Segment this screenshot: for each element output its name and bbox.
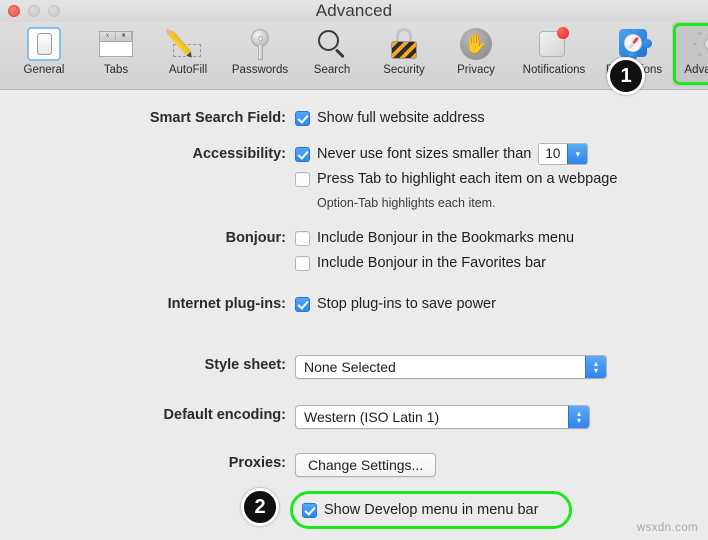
watermark: wsxdn.com bbox=[636, 522, 698, 534]
annotation-badge-1: 1 bbox=[607, 57, 645, 95]
tab-notifications-label: Notifications bbox=[522, 64, 586, 76]
tab-tabs-label: Tabs bbox=[103, 64, 129, 76]
bonjour-favorites-row[interactable]: Include Bonjour in the Favorites bar bbox=[295, 253, 574, 273]
font-size-value: 10 bbox=[539, 144, 568, 164]
gear-icon bbox=[691, 25, 708, 63]
row-style-sheet: Style sheet: None Selected ▴ ▾ bbox=[130, 355, 607, 379]
annotation-badge-2: 2 bbox=[241, 488, 279, 526]
tab-tabs[interactable]: x ■ Tabs bbox=[80, 22, 152, 86]
tab-notifications[interactable]: Notifications bbox=[512, 22, 596, 86]
default-encoding-value: Western (ISO Latin 1) bbox=[304, 409, 440, 425]
tab-search-label: Search bbox=[313, 64, 351, 76]
preference-tab-list: General x ■ Tabs AutoFill Passwords Sear… bbox=[8, 22, 708, 86]
style-sheet-value: None Selected bbox=[304, 359, 396, 375]
tab-passwords[interactable]: Passwords bbox=[224, 22, 296, 86]
row-accessibility: Accessibility: Never use font sizes smal… bbox=[130, 143, 617, 212]
tab-advanced-label: Advanced bbox=[684, 64, 708, 76]
tab-general-label: General bbox=[23, 64, 65, 76]
key-icon bbox=[241, 25, 279, 63]
tab-search[interactable]: Search bbox=[296, 22, 368, 86]
autofill-pencil-icon bbox=[167, 25, 207, 63]
tab-autofill[interactable]: AutoFill bbox=[152, 22, 224, 86]
hand-icon: ✋ bbox=[457, 25, 495, 63]
notification-icon bbox=[535, 25, 573, 63]
title-bar: Advanced bbox=[0, 0, 708, 22]
row-bonjour: Bonjour: Include Bonjour in the Bookmark… bbox=[130, 228, 575, 273]
row-internet-plugins: Internet plug-ins: Stop plug-ins to save… bbox=[130, 294, 496, 314]
tab-security-label: Security bbox=[383, 64, 425, 76]
accessibility-label: Accessibility: bbox=[192, 146, 287, 162]
change-settings-button[interactable]: Change Settings... bbox=[295, 453, 437, 477]
stop-plugins-label: Stop plug-ins to save power bbox=[317, 296, 496, 312]
font-size-popup[interactable]: 10 ▾ bbox=[538, 143, 589, 165]
stop-plugins-checkbox[interactable] bbox=[295, 296, 310, 312]
updown-chevron-icon: ▴ ▾ bbox=[585, 356, 606, 378]
chevron-down-icon: ▾ bbox=[567, 144, 588, 164]
row-default-encoding: Default encoding: Western (ISO Latin 1) … bbox=[130, 405, 590, 429]
minimum-font-size-row[interactable]: Never use font sizes smaller than 10 ▾ bbox=[295, 143, 617, 165]
show-full-website-address-checkbox[interactable] bbox=[295, 110, 310, 126]
proxies-label: Proxies: bbox=[228, 455, 286, 471]
minimum-font-size-label: Never use font sizes smaller than bbox=[317, 146, 532, 162]
bonjour-bookmarks-row[interactable]: Include Bonjour in the Bookmarks menu bbox=[295, 228, 574, 248]
tab-advanced[interactable]: Advanced bbox=[672, 22, 708, 86]
internet-plugins-label: Internet plug-ins: bbox=[167, 296, 286, 312]
minimum-font-size-checkbox[interactable] bbox=[295, 146, 310, 162]
preferences-window: Advanced General x ■ Tabs AutoFill Passw… bbox=[0, 0, 708, 540]
smart-search-field-label: Smart Search Field: bbox=[149, 110, 286, 126]
tab-privacy-label: Privacy bbox=[457, 64, 495, 76]
show-develop-menu-label: Show Develop menu in menu bar bbox=[324, 502, 539, 518]
tabs-icon: x ■ bbox=[97, 25, 135, 63]
press-tab-highlight-checkbox[interactable] bbox=[295, 171, 310, 187]
general-icon bbox=[25, 25, 63, 63]
tabs-icon-cell-1: x bbox=[100, 32, 116, 41]
bonjour-favorites-label: Include Bonjour in the Favorites bar bbox=[317, 255, 546, 271]
show-full-website-address-row[interactable]: Show full website address bbox=[295, 108, 485, 128]
style-sheet-popup[interactable]: None Selected ▴ ▾ bbox=[295, 355, 607, 379]
default-encoding-label: Default encoding: bbox=[163, 407, 286, 423]
tab-passwords-label: Passwords bbox=[231, 64, 289, 76]
default-encoding-popup[interactable]: Western (ISO Latin 1) ▴ ▾ bbox=[295, 405, 590, 429]
bonjour-label: Bonjour: bbox=[225, 230, 286, 246]
updown-chevron-icon: ▴ ▾ bbox=[568, 406, 589, 428]
window-title: Advanced bbox=[315, 1, 393, 20]
bonjour-bookmarks-checkbox[interactable] bbox=[295, 230, 310, 246]
row-smart-search-field: Smart Search Field: Show full website ad… bbox=[130, 108, 485, 128]
bonjour-bookmarks-label: Include Bonjour in the Bookmarks menu bbox=[317, 230, 575, 246]
accessibility-hint: Option-Tab highlights each item. bbox=[317, 196, 496, 210]
show-develop-menu-checkbox[interactable] bbox=[302, 502, 317, 518]
show-develop-menu-row[interactable]: Show Develop menu in menu bar bbox=[302, 500, 538, 520]
bonjour-favorites-checkbox[interactable] bbox=[295, 255, 310, 271]
stop-plugins-row[interactable]: Stop plug-ins to save power bbox=[295, 294, 496, 314]
tab-autofill-label: AutoFill bbox=[168, 64, 208, 76]
style-sheet-label: Style sheet: bbox=[204, 357, 286, 373]
tab-privacy[interactable]: ✋ Privacy bbox=[440, 22, 512, 86]
press-tab-highlight-row[interactable]: Press Tab to highlight each item on a we… bbox=[295, 169, 617, 189]
tab-security[interactable]: Security bbox=[368, 22, 440, 86]
preferences-toolbar: General x ■ Tabs AutoFill Passwords Sear… bbox=[0, 22, 708, 90]
search-icon bbox=[313, 25, 351, 63]
tabs-icon-cell-2: ■ bbox=[116, 32, 132, 41]
lock-icon bbox=[385, 25, 423, 63]
row-proxies: Proxies: Change Settings... bbox=[130, 453, 437, 477]
press-tab-highlight-label: Press Tab to highlight each item on a we… bbox=[317, 171, 618, 187]
tab-general[interactable]: General bbox=[8, 22, 80, 86]
show-full-website-address-label: Show full website address bbox=[317, 110, 485, 126]
